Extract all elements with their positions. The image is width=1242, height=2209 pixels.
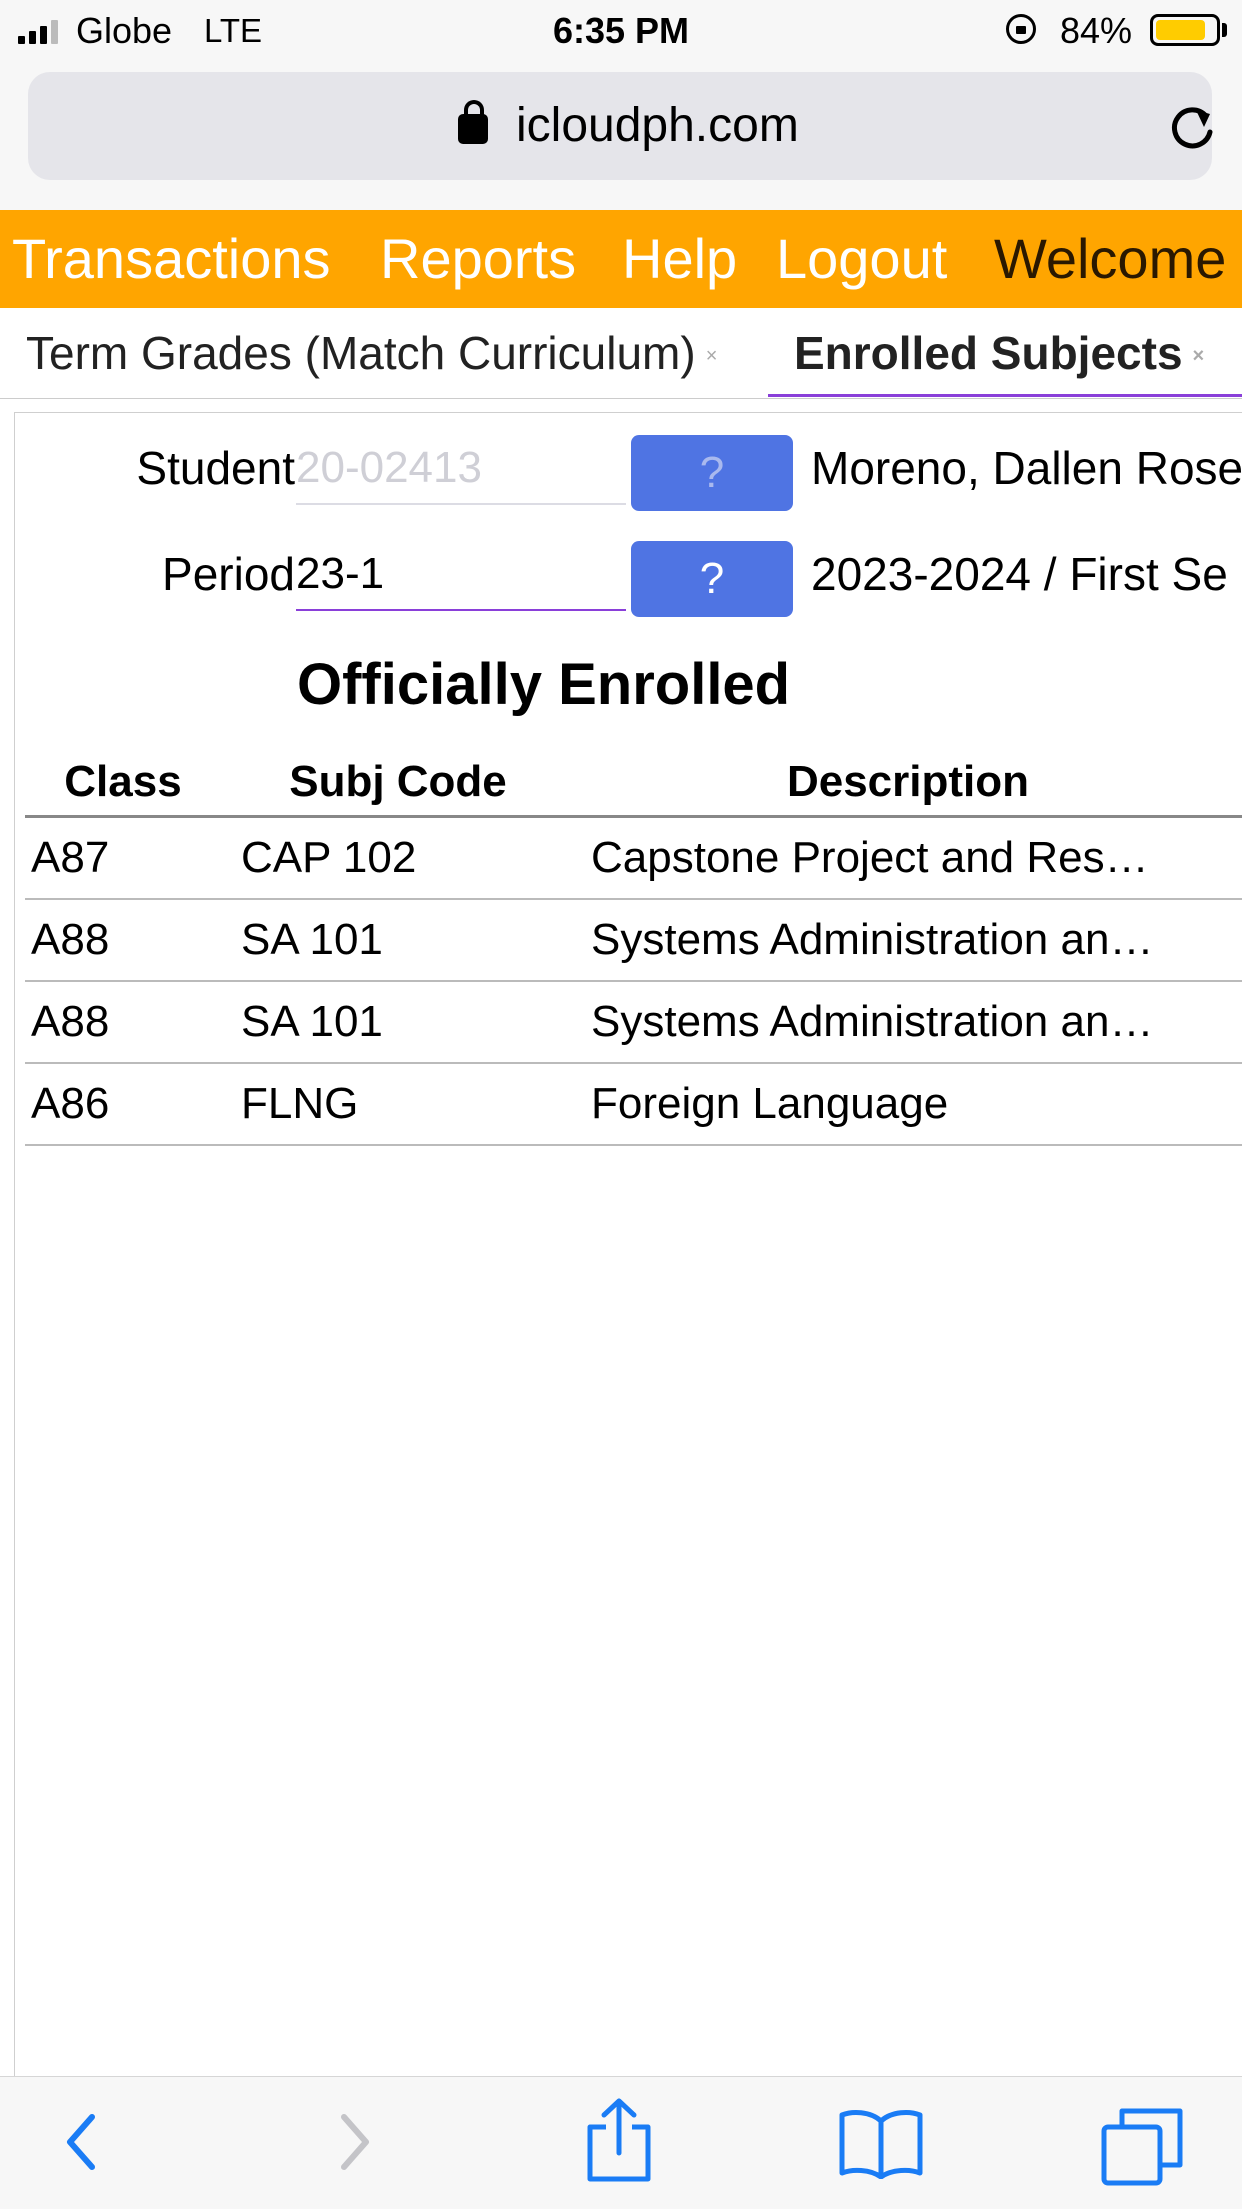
- table-row[interactable]: A88 SA 101 Systems Administration an… 3: [25, 981, 1242, 1064]
- status-bar: Globe LTE 6:35 PM 84%: [0, 0, 1242, 62]
- column-header-description[interactable]: Description: [575, 749, 1241, 818]
- clock: 6:35 PM: [552, 10, 690, 51]
- enrolled-subjects-panel: Student 20-02413 ? Moreno, Dallen Rose P…: [14, 412, 1242, 2077]
- share-icon[interactable]: [584, 2097, 654, 2183]
- column-header-class[interactable]: Class: [25, 749, 221, 818]
- rotation-lock-icon: [1006, 14, 1036, 44]
- cell-description: Systems Administration an…: [575, 981, 1241, 1064]
- nav-transactions[interactable]: Transactions: [12, 226, 331, 291]
- student-lookup-button[interactable]: ?: [631, 435, 793, 511]
- table-row[interactable]: A87 CAP 102 Capstone Project and Res… 3: [25, 816, 1242, 900]
- close-icon[interactable]: ×: [1193, 345, 1205, 367]
- forward-icon[interactable]: [332, 2107, 378, 2177]
- cell-class: A86: [25, 1063, 221, 1146]
- lock-icon: [458, 100, 488, 144]
- cell-class: A88: [25, 981, 221, 1064]
- section-title: Officially Enrolled: [297, 652, 791, 717]
- nav-reports[interactable]: Reports: [380, 226, 576, 291]
- battery-cap: [1222, 23, 1227, 37]
- active-tab-indicator: [768, 394, 1242, 397]
- address-bar[interactable]: icloudph.com: [28, 72, 1213, 180]
- cell-subj-code: SA 101: [221, 981, 575, 1064]
- tab-label: Enrolled Subjects: [794, 327, 1183, 379]
- welcome-text: Welcome: [994, 227, 1227, 290]
- cell-description: Capstone Project and Res…: [575, 816, 1241, 900]
- student-name: Moreno, Dallen Rose: [811, 442, 1242, 494]
- cell-class: A87: [25, 816, 221, 900]
- cell-description: Systems Administration an…: [575, 899, 1241, 982]
- bookmarks-icon[interactable]: [838, 2107, 924, 2179]
- cell-subj-code: FLNG: [221, 1063, 575, 1146]
- cell-description: Foreign Language: [575, 1063, 1241, 1146]
- period-field[interactable]: 23-1: [296, 537, 626, 611]
- browser-address-area: icloudph.com: [0, 62, 1242, 210]
- tab-term-grades[interactable]: Term Grades (Match Curriculum) ×: [26, 326, 717, 380]
- cell-class: A88: [25, 899, 221, 982]
- tabs-icon[interactable]: [1100, 2107, 1184, 2187]
- url-text[interactable]: icloudph.com: [516, 98, 799, 153]
- tab-strip: Term Grades (Match Curriculum) × Enrolled…: [0, 308, 1242, 399]
- main-nav: Transactions Reports Help Logout Welcome: [0, 210, 1242, 308]
- period-description: 2023-2024 / First Se: [811, 548, 1228, 600]
- column-header-subj-code[interactable]: Subj Code: [221, 749, 575, 818]
- cell-subj-code: SA 101: [221, 899, 575, 982]
- period-label: Period: [162, 548, 295, 600]
- battery-percent: 84%: [1060, 10, 1133, 51]
- table-row[interactable]: A88 SA 101 Systems Administration an… 3: [25, 899, 1242, 982]
- student-label: Student: [136, 442, 295, 494]
- table-row[interactable]: A86 FLNG Foreign Language 3: [25, 1063, 1242, 1146]
- cell-subj-code: CAP 102: [221, 816, 575, 900]
- tab-enrolled-subjects[interactable]: Enrolled Subjects ×: [794, 326, 1204, 380]
- nav-help[interactable]: Help: [622, 226, 737, 291]
- battery-icon: [1150, 14, 1220, 46]
- browser-toolbar: [0, 2076, 1242, 2209]
- close-icon[interactable]: ×: [706, 345, 718, 367]
- enrolled-subjects-table: Class Subj Code Description A87 CAP 102 …: [25, 749, 1242, 1146]
- tab-label: Term Grades (Match Curriculum): [26, 327, 696, 379]
- back-icon[interactable]: [58, 2107, 104, 2177]
- nav-logout[interactable]: Logout: [776, 226, 947, 291]
- period-lookup-button[interactable]: ?: [631, 541, 793, 617]
- table-header-row: Class Subj Code Description: [25, 749, 1242, 818]
- student-id-field[interactable]: 20-02413: [296, 431, 626, 505]
- reload-icon[interactable]: [1166, 102, 1218, 154]
